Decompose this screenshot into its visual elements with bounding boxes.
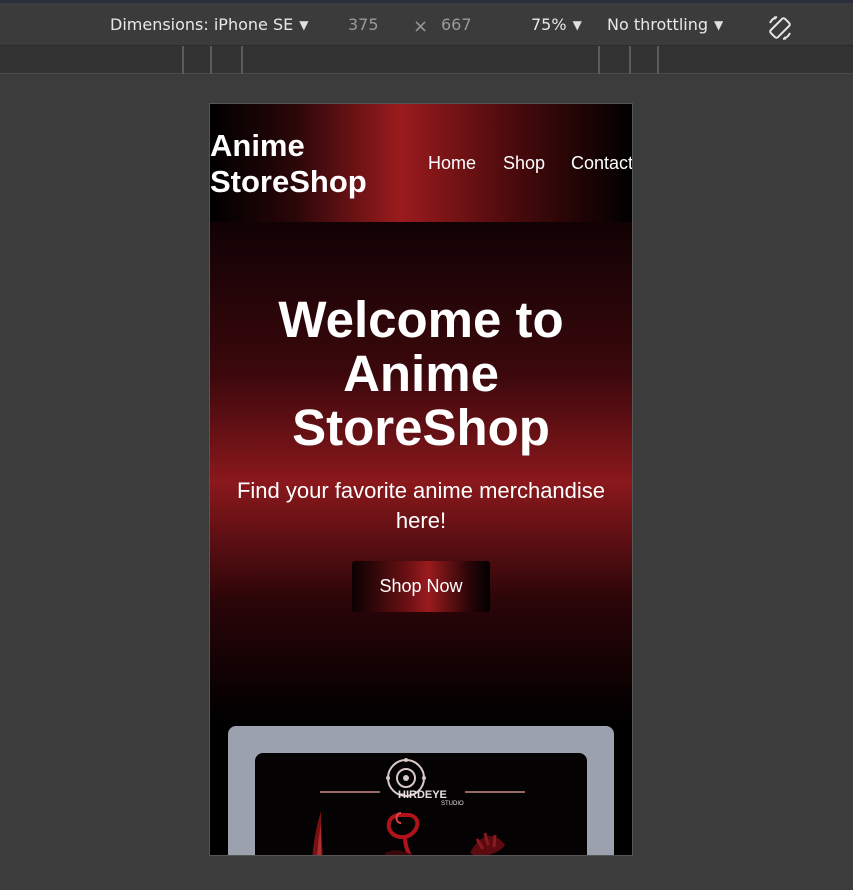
nav-shop[interactable]: Shop	[503, 153, 545, 174]
width-input[interactable]: 375	[348, 15, 379, 35]
throttling-label: No throttling	[607, 15, 709, 34]
chevron-down-icon: ▼	[572, 18, 582, 32]
ruler-divider	[629, 46, 631, 74]
ruler-divider	[210, 46, 212, 74]
hero-section: Welcome to Anime StoreShop Find your fav…	[210, 222, 632, 722]
device-toolbar: Dimensions: iPhone SE ▼ 375 × 667 75% ▼ No…	[0, 0, 853, 45]
rotate-icon[interactable]	[766, 14, 794, 42]
ruler-divider	[241, 46, 243, 74]
media-query-ruler	[0, 45, 853, 74]
ruler-divider	[598, 46, 600, 74]
main-nav: Home Shop Contact	[428, 153, 632, 177]
height-input[interactable]: 667	[441, 15, 472, 35]
times-icon: ×	[413, 16, 429, 37]
hero-title: Welcome to Anime StoreShop	[278, 291, 564, 456]
ruler-divider	[182, 46, 184, 74]
svg-text:HIRDEYE: HIRDEYE	[398, 789, 447, 801]
hero-subtitle: Find your favorite anime merchandise her…	[236, 478, 606, 533]
svg-text:STUDIO: STUDIO	[441, 801, 464, 807]
device-viewport: Anime StoreShop Home Shop Contact Welcom…	[209, 103, 633, 856]
shop-now-button[interactable]: Shop Now	[352, 561, 490, 612]
thirdeye-studio-artwork: HIRDEYE STUDIO	[312, 758, 525, 855]
nav-home[interactable]: Home	[428, 153, 476, 174]
chevron-down-icon: ▼	[714, 18, 724, 32]
product-image[interactable]: HIRDEYE STUDIO	[255, 753, 587, 855]
zoom-dropdown[interactable]: 75% ▼	[531, 15, 582, 35]
product-card[interactable]: HIRDEYE STUDIO	[228, 726, 614, 855]
chevron-down-icon: ▼	[299, 18, 309, 32]
zoom-label: 75%	[531, 15, 567, 34]
site-logo[interactable]: Anime StoreShop	[210, 128, 410, 200]
dimensions-dropdown[interactable]: Dimensions: iPhone SE ▼	[110, 15, 308, 35]
ruler-divider	[657, 46, 659, 74]
nav-contact[interactable]: Contact	[571, 153, 632, 174]
throttling-dropdown[interactable]: No throttling ▼	[607, 15, 723, 35]
site-header: Anime StoreShop Home Shop Contact	[210, 104, 632, 222]
dimensions-label: Dimensions: iPhone SE	[110, 15, 294, 34]
